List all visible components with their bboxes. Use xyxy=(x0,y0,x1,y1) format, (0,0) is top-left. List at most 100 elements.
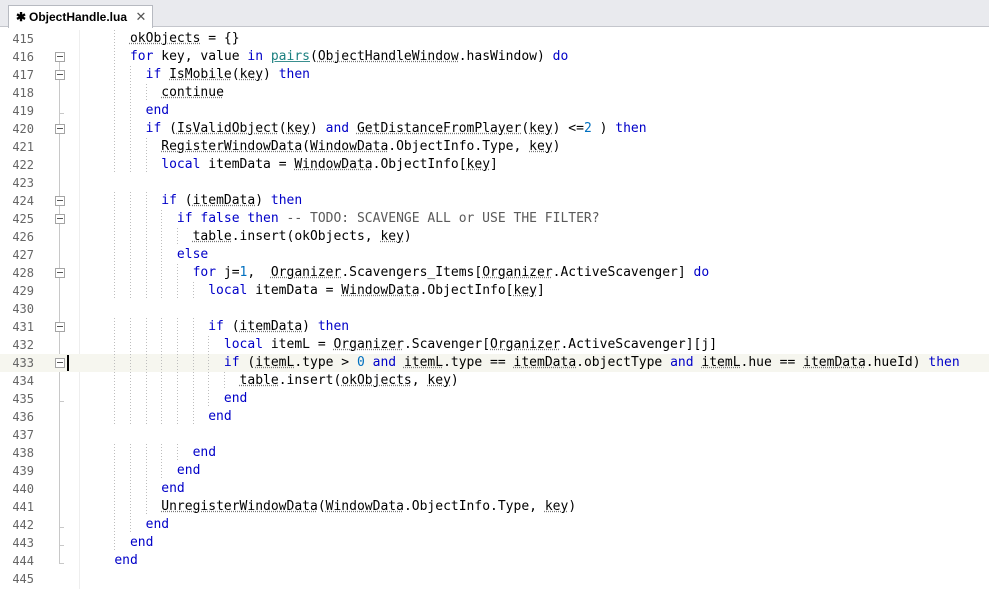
code-token: key xyxy=(529,121,553,136)
code-token: ( xyxy=(223,319,240,334)
code-token: key xyxy=(380,229,404,244)
code-line[interactable]: 444 end xyxy=(0,552,989,570)
code-token: continue xyxy=(161,85,224,100)
code-editor[interactable]: 415 okObjects = {} 416 for key, value in … xyxy=(0,30,989,589)
code-line[interactable]: 421 RegisterWindowData(WindowData.Object… xyxy=(0,138,989,156)
code-token: end xyxy=(176,463,201,478)
code-token: then xyxy=(615,121,647,136)
code-text: table.insert(okObjects, key) xyxy=(83,228,412,246)
fold-toggle-icon[interactable] xyxy=(55,214,65,224)
code-token: , xyxy=(247,265,271,280)
code-line[interactable]: 422 local itemData = WindowData.ObjectIn… xyxy=(0,156,989,174)
code-line[interactable]: 426 table.insert(okObjects, key) xyxy=(0,228,989,246)
code-token: ( xyxy=(317,499,326,514)
code-token: .Scavengers_Items[ xyxy=(341,265,483,280)
code-line[interactable]: 425 if false then -- TODO: SCAVENGE ALL … xyxy=(0,210,989,228)
line-number: 420 xyxy=(12,122,34,136)
code-token: then xyxy=(317,319,350,334)
file-tab[interactable]: ✱ ObjectHandle.lua ✕ xyxy=(8,5,153,28)
line-number: 427 xyxy=(12,248,34,262)
line-number: 444 xyxy=(12,554,34,568)
line-number: 430 xyxy=(12,302,34,316)
code-line[interactable]: 423 xyxy=(0,174,989,192)
fold-toggle-icon[interactable] xyxy=(55,124,65,134)
code-token: .insert( xyxy=(278,373,342,388)
code-token: okObjects xyxy=(129,31,201,46)
code-token: ( xyxy=(176,193,193,208)
code-line[interactable]: 445 xyxy=(0,570,989,588)
fold-toggle-icon[interactable] xyxy=(55,70,65,80)
line-number: 439 xyxy=(12,464,34,478)
line-number: 442 xyxy=(12,518,34,532)
code-text: if (IsValidObject(key) and GetDistanceFr… xyxy=(83,120,647,138)
code-text: end xyxy=(83,480,184,498)
close-tab-icon[interactable]: ✕ xyxy=(135,9,147,25)
code-line[interactable]: 440 end xyxy=(0,480,989,498)
code-token: then xyxy=(928,355,960,370)
code-token: UnregisterWindowData xyxy=(161,499,318,514)
code-token: .hasWindow) xyxy=(458,49,553,64)
code-line[interactable]: 438 end xyxy=(0,444,989,462)
code-line[interactable]: 441 UnregisterWindowData(WindowData.Obje… xyxy=(0,498,989,516)
code-token: and xyxy=(670,355,694,370)
code-line[interactable]: 420 if (IsValidObject(key) and GetDistan… xyxy=(0,120,989,138)
code-token: WindowData xyxy=(310,139,389,154)
code-line[interactable]: 430 xyxy=(0,300,989,318)
code-line[interactable]: 427 else xyxy=(0,246,989,264)
fold-end-marker xyxy=(59,527,64,528)
code-line[interactable]: 416 for key, value in pairs(ObjectHandle… xyxy=(0,48,989,66)
code-token: then xyxy=(270,193,303,208)
code-line[interactable]: 419 end xyxy=(0,102,989,120)
line-number: 443 xyxy=(12,536,34,550)
code-line[interactable]: 433 if (itemL.type > 0 and itemL.type ==… xyxy=(0,354,989,372)
code-token: .hueId) xyxy=(865,355,929,370)
code-token: RegisterWindowData xyxy=(161,139,303,154)
fold-toggle-icon[interactable] xyxy=(55,322,65,332)
line-number: 438 xyxy=(12,446,34,460)
code-text: end xyxy=(83,444,216,462)
line-number: 417 xyxy=(12,68,34,82)
code-line[interactable]: 432 local itemL = Organizer.Scavenger[Or… xyxy=(0,336,989,354)
code-token: itemData xyxy=(239,319,303,334)
code-line[interactable]: 429 local itemData = WindowData.ObjectIn… xyxy=(0,282,989,300)
code-token: ] xyxy=(536,283,545,298)
code-token: .objectType xyxy=(576,355,671,370)
fold-toggle-icon[interactable] xyxy=(55,358,65,368)
code-line[interactable]: 415 okObjects = {} xyxy=(0,30,989,48)
code-line[interactable]: 431 if (itemData) then xyxy=(0,318,989,336)
code-token: itemData = xyxy=(247,283,342,298)
code-line[interactable]: 428 for j=1, Organizer.Scavengers_Items[… xyxy=(0,264,989,282)
code-token: key xyxy=(544,499,569,514)
code-line[interactable]: 439 end xyxy=(0,462,989,480)
code-token: ( xyxy=(521,121,530,136)
code-line[interactable]: 443 end xyxy=(0,534,989,552)
line-number: 421 xyxy=(12,140,34,154)
fold-toggle-icon[interactable] xyxy=(55,268,65,278)
fold-toggle-icon[interactable] xyxy=(55,196,65,206)
code-token: IsMobile xyxy=(169,67,232,82)
code-token: .ObjectInfo[ xyxy=(372,157,467,172)
code-line[interactable]: 417 if IsMobile(key) then xyxy=(0,66,989,84)
code-text: RegisterWindowData(WindowData.ObjectInfo… xyxy=(83,138,560,156)
code-text: end xyxy=(83,102,169,120)
fold-toggle-icon[interactable] xyxy=(55,52,65,62)
code-line[interactable]: 442 end xyxy=(0,516,989,534)
code-line[interactable]: 424 if (itemData) then xyxy=(0,192,989,210)
code-line[interactable]: 434 table.insert(okObjects, key) xyxy=(0,372,989,390)
code-token: end xyxy=(145,517,170,532)
text-caret xyxy=(67,355,69,371)
code-line[interactable]: 436 end xyxy=(0,408,989,426)
code-line[interactable]: 435 end xyxy=(0,390,989,408)
code-line[interactable]: 437 xyxy=(0,426,989,444)
line-number: 445 xyxy=(12,572,34,586)
code-line[interactable]: 418 continue xyxy=(0,84,989,102)
